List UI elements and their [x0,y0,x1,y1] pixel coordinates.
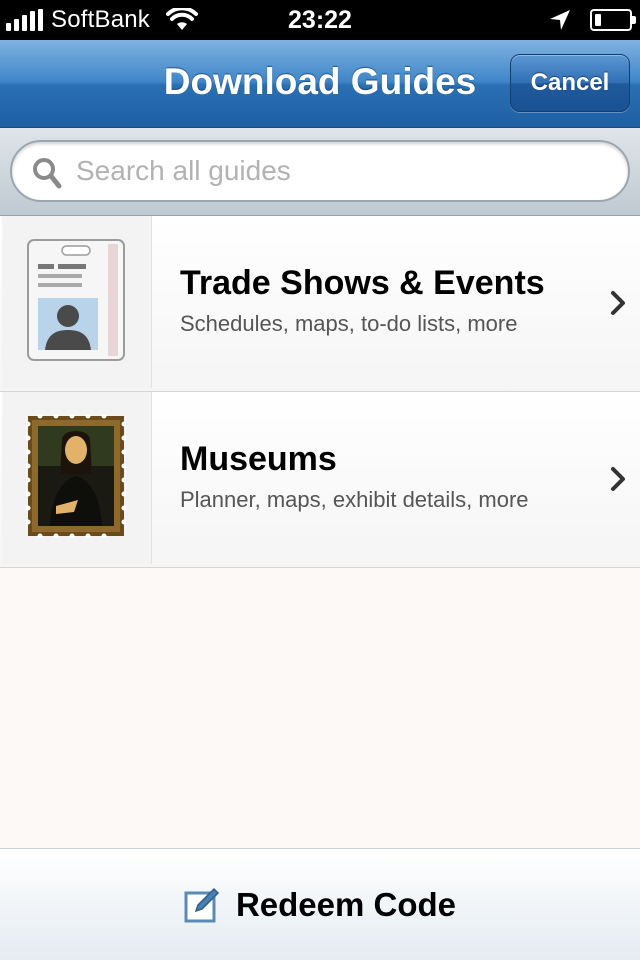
guide-title: Museums [180,440,337,478]
navigation-bar: Download Guides Cancel [0,40,640,128]
mona-lisa-stamp-icon [26,414,126,538]
battery-level [595,14,601,26]
redeem-code-button[interactable]: Redeem Code [0,849,640,960]
guide-subtitle: Planner, maps, exhibit details, more [180,487,529,512]
status-right [548,0,636,40]
guide-subtitle: Schedules, maps, to-do lists, more [180,311,518,336]
badge-icon [27,239,125,361]
thumbnail [2,392,152,564]
status-bar: SoftBank 23:22 [0,0,640,40]
chevron-right-icon [611,467,625,491]
cancel-button[interactable]: Cancel [510,54,630,112]
search-field[interactable] [10,140,630,202]
edit-pencil-icon [184,887,220,923]
chevron-right-icon [611,291,625,315]
thumbnail [2,216,152,388]
redeem-code-label: Redeem Code [235,886,457,923]
list-item-museums[interactable]: Museums Planner, maps, exhibit details, … [0,392,640,568]
list-item-trade-shows[interactable]: Trade Shows & Events Schedules, maps, to… [0,216,640,392]
search-icon [33,158,62,189]
search-input[interactable] [76,142,606,200]
search-bar [0,128,640,216]
status-time: 23:22 [288,6,352,34]
guide-list: Trade Shows & Events Schedules, maps, to… [0,216,640,568]
footer-bar: Redeem Code [0,848,640,960]
location-arrow-icon [550,10,570,30]
battery-icon [590,9,636,31]
guide-title: Trade Shows & Events [180,264,545,302]
